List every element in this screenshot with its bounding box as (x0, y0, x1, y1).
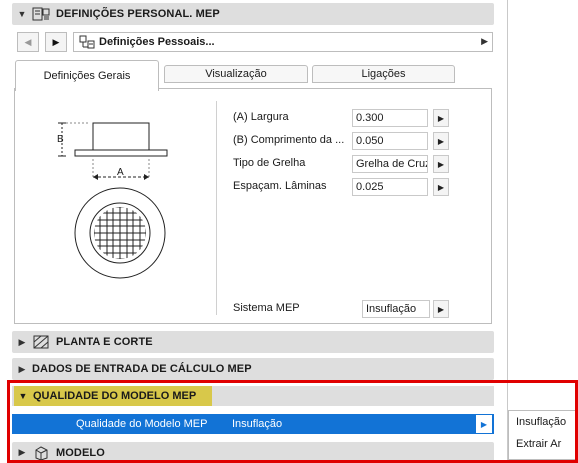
mep-settings-icon (32, 6, 50, 22)
qualidade-row-value: Insuflação (232, 418, 283, 430)
param-espacamento-input[interactable]: 0.025 (352, 178, 428, 196)
param-sistema-input[interactable]: Insuflação (362, 300, 430, 318)
param-comprimento-arrow-button[interactable]: ▶ (433, 132, 449, 150)
collapse-triangle-icon[interactable]: ▼ (14, 9, 30, 19)
param-comprimento-input[interactable]: 0.050 (352, 132, 428, 150)
dimension-b-label: B (57, 134, 64, 145)
dados-calculo-header[interactable]: ▶ DADOS DE ENTRADA DE CÁLCULO MEP (12, 358, 494, 380)
qualidade-row-label: Qualidade do Modelo MEP (76, 418, 208, 430)
qualidade-row[interactable]: Qualidade do Modelo MEP Insuflação ▶ (12, 414, 494, 434)
cube-icon (32, 445, 50, 461)
param-espacamento-label: Espaçam. Lâminas (233, 180, 327, 192)
param-sistema-label: Sistema MEP (233, 302, 300, 314)
grille-diagram (58, 122, 168, 279)
mep-settings-header[interactable]: ▼ DEFINIÇÕES PERSONAL. MEP (12, 3, 494, 25)
modelo-header[interactable]: ▶ MODELO (12, 442, 494, 463)
expand-triangle-icon[interactable]: ▶ (14, 447, 30, 458)
floor-plan-icon (32, 334, 50, 350)
param-largura-label: (A) Largura (233, 111, 289, 123)
tab-label: Ligações (361, 68, 406, 80)
dados-calculo-title: DADOS DE ENTRADA DE CÁLCULO MEP (32, 363, 252, 375)
panel-divider (507, 0, 508, 463)
planta-corte-header[interactable]: ▶ PLANTA E CORTE (12, 331, 494, 353)
param-tipo-grelha-input[interactable]: Grelha de Cruz (352, 155, 428, 173)
collapse-triangle-icon[interactable]: ▼ (15, 391, 31, 401)
previous-button[interactable]: ◀ (17, 32, 39, 52)
dropdown-arrow-icon: ▶ (481, 36, 488, 46)
param-comprimento-label: (B) Comprimento da ... (233, 134, 345, 146)
dropdown-option-extrair-ar[interactable]: Extrair Ar (509, 433, 577, 455)
dimension-a-label: A (117, 167, 124, 178)
tab-ligacoes[interactable]: Ligações (312, 65, 455, 83)
param-largura-arrow-button[interactable]: ▶ (433, 109, 449, 127)
modelo-title: MODELO (56, 446, 105, 459)
param-tipo-grelha-arrow-button[interactable]: ▶ (433, 155, 449, 173)
favorites-icon (79, 35, 95, 49)
tab-definicoes-gerais[interactable]: Definições Gerais (15, 60, 159, 91)
sistema-dropdown-menu: Insuflação Extrair Ar (508, 410, 578, 460)
panel-separator (216, 101, 217, 315)
qualidade-title: QUALIDADE DO MODELO MEP (33, 390, 197, 402)
next-button[interactable]: ▶ (45, 32, 67, 52)
favorites-label: Definições Pessoais... (99, 36, 215, 48)
mep-settings-title: DEFINIÇÕES PERSONAL. MEP (56, 8, 220, 20)
param-espacamento-arrow-button[interactable]: ▶ (433, 178, 449, 196)
expand-triangle-icon[interactable]: ▶ (14, 337, 30, 348)
param-tipo-grelha-label: Tipo de Grelha (233, 157, 306, 169)
param-largura-input[interactable]: 0.300 (352, 109, 428, 127)
planta-corte-title: PLANTA E CORTE (56, 336, 153, 348)
favorites-dropdown[interactable]: Definições Pessoais... ▶ (73, 32, 493, 52)
expand-triangle-icon[interactable]: ▶ (14, 364, 30, 375)
qualidade-header[interactable]: ▼ QUALIDADE DO MODELO MEP (14, 386, 212, 406)
param-sistema-arrow-button[interactable]: ▶ (433, 300, 449, 318)
dropdown-option-insuflacao[interactable]: Insuflação (509, 411, 577, 433)
qualidade-dropdown-arrow-button[interactable]: ▶ (476, 415, 492, 433)
tab-visualizacao[interactable]: Visualização (164, 65, 308, 83)
tab-label: Visualização (205, 68, 267, 80)
tab-label: Definições Gerais (43, 70, 131, 82)
